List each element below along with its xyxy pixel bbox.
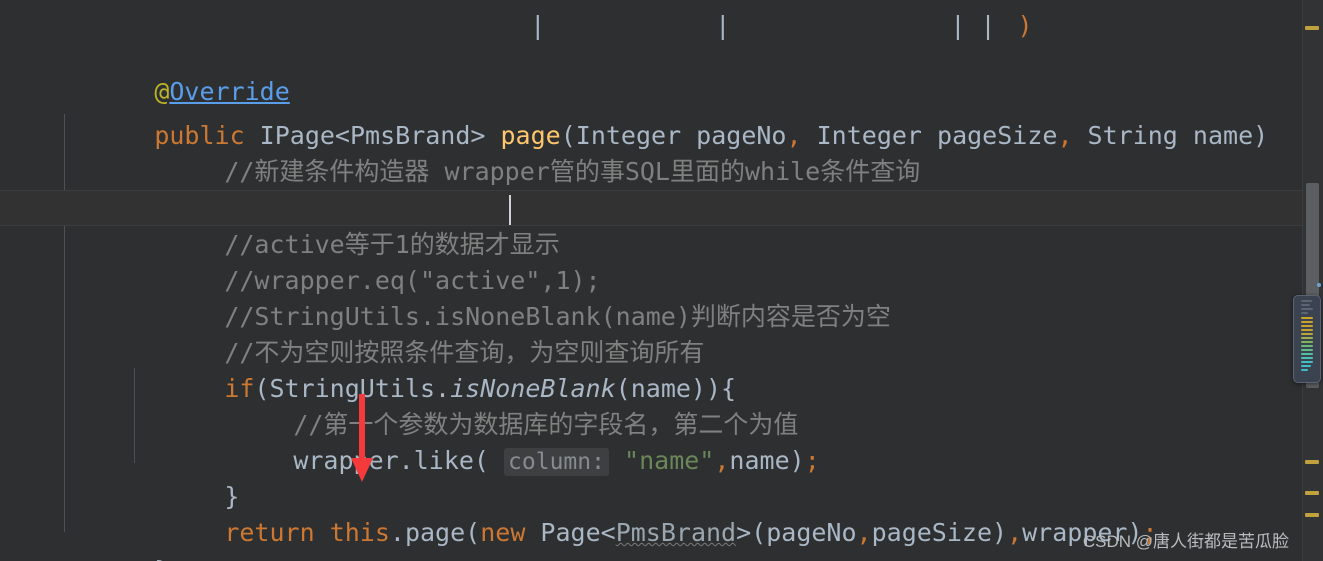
minimap-row bbox=[1301, 317, 1313, 319]
minimap-row bbox=[1301, 341, 1313, 343]
code-line[interactable]: QueryWrapper<PmsBrand> wrapper = new Que… bbox=[0, 154, 1303, 222]
minimap-row bbox=[1301, 300, 1312, 302]
minimap-row bbox=[1301, 369, 1308, 371]
warning-marker[interactable] bbox=[1305, 513, 1319, 517]
minimap-row bbox=[1301, 337, 1313, 339]
code-line-caret[interactable]: //active等于1的数据才显示 bbox=[0, 190, 1303, 259]
minimap-row bbox=[1301, 312, 1308, 314]
minimap-row bbox=[1301, 353, 1313, 355]
code-line[interactable]: //StringUtils.isNoneBlank(name)判断内容是否为空 bbox=[0, 263, 1303, 331]
minimap-row bbox=[1301, 365, 1311, 367]
minimap-row bbox=[1301, 308, 1313, 310]
warning-marker[interactable] bbox=[1305, 491, 1319, 495]
info-marker[interactable] bbox=[1317, 283, 1321, 287]
minimap-row bbox=[1301, 304, 1310, 306]
error-stripe-scrollbar[interactable] bbox=[1302, 0, 1323, 561]
code-line[interactable]: } bbox=[0, 443, 1303, 511]
minimap-row bbox=[1301, 321, 1313, 323]
minimap-row bbox=[1301, 329, 1313, 331]
minimap-row bbox=[1301, 325, 1313, 327]
minimap-row bbox=[1301, 349, 1313, 351]
code-preview-minimap[interactable] bbox=[1293, 295, 1321, 383]
text-caret bbox=[509, 195, 511, 225]
code-line[interactable]: if(StringUtils.isNoneBlank(name)){ bbox=[0, 335, 1303, 403]
minimap-row bbox=[1301, 345, 1313, 347]
code-line[interactable]: @Override bbox=[0, 38, 1303, 106]
warning-marker[interactable] bbox=[1305, 460, 1319, 464]
code-line[interactable]: public IPage<PmsBrand> page(Integer page… bbox=[0, 82, 1303, 150]
code-line[interactable]: //新建条件构造器 wrapper管的事SQL里面的while条件查询 bbox=[0, 118, 1303, 186]
minimap-row bbox=[1301, 333, 1313, 335]
code-editor[interactable]: | | | |) @Override public IPage<PmsBrand> … bbox=[0, 0, 1323, 561]
minimap-row bbox=[1301, 357, 1313, 359]
code-line[interactable]: return this.page(new Page<PmsBrand>(page… bbox=[0, 479, 1303, 547]
minimap-row bbox=[1301, 361, 1313, 363]
code-line[interactable]: //wrapper.eq("active",1); bbox=[0, 227, 1303, 295]
code-line[interactable]: //第一个参数为数据库的字段名，第二个为值 bbox=[0, 371, 1303, 439]
code-lines-container[interactable]: @Override public IPage<PmsBrand> page(In… bbox=[0, 0, 1303, 561]
warning-marker[interactable] bbox=[1305, 26, 1319, 30]
csdn-watermark: CSDN @唐人街都是苦瓜脸 bbox=[1082, 532, 1289, 551]
code-line[interactable]: //不为空则按照条件查询，为空则查询所有 bbox=[0, 299, 1303, 367]
code-line[interactable]: wrapper.like( column: "name",name); bbox=[0, 407, 1303, 476]
closing-brace-method: } bbox=[154, 556, 169, 561]
